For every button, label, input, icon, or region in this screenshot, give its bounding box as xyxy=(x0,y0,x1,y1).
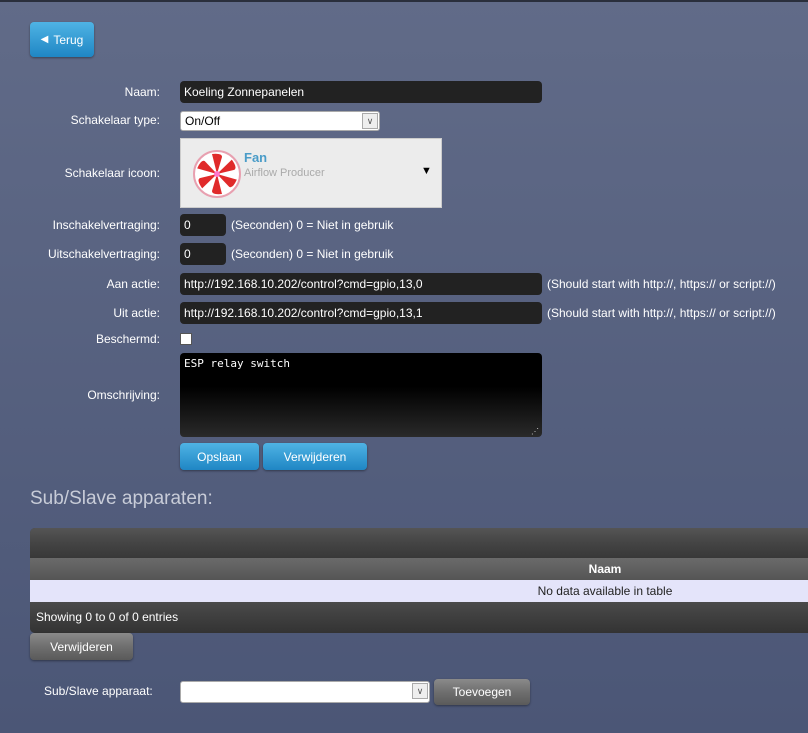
desc-label: Omschrijving: xyxy=(87,388,160,402)
sub-table: Naam No data available in table Showing … xyxy=(30,528,808,633)
naam-label: Naam: xyxy=(124,85,160,99)
on-action-label: Aan actie: xyxy=(106,277,160,291)
back-button[interactable]: ◀ Terug xyxy=(30,22,94,57)
sub-device-select[interactable]: ∨ xyxy=(180,681,430,703)
on-delay-input[interactable]: 0 xyxy=(180,214,226,236)
sub-title: Sub/Slave apparaten: xyxy=(30,488,213,509)
type-select[interactable]: On/Off ∨ xyxy=(180,111,380,131)
on-delay-hint: (Seconden) 0 = Niet in gebruik xyxy=(231,218,394,232)
add-button[interactable]: Toevoegen xyxy=(434,679,530,705)
protected-checkbox[interactable] xyxy=(180,333,192,345)
sub-delete-button[interactable]: Verwijderen xyxy=(30,633,133,660)
fan-icon xyxy=(193,150,241,198)
on-action-hint: (Should start with http://, https:// or … xyxy=(547,277,776,291)
resize-handle-icon[interactable]: ⋰ xyxy=(531,427,539,436)
off-action-hint: (Should start with http://, https:// or … xyxy=(547,306,776,320)
chevron-down-icon: ∨ xyxy=(362,113,378,129)
naam-input[interactable]: Koeling Zonnepanelen xyxy=(180,81,542,103)
off-delay-input[interactable]: 0 xyxy=(180,243,226,265)
on-delay-label: Inschakelvertraging: xyxy=(52,218,160,232)
off-action-label: Uit actie: xyxy=(113,306,160,320)
icon-desc: Airflow Producer xyxy=(244,167,325,179)
column-header-naam[interactable]: Naam xyxy=(30,558,808,580)
table-info: Showing 0 to 0 of 0 entries xyxy=(30,602,808,633)
type-value: On/Off xyxy=(185,114,221,128)
delete-button[interactable]: Verwijderen xyxy=(263,443,367,470)
off-delay-hint: (Seconden) 0 = Niet in gebruik xyxy=(231,247,394,261)
on-action-input[interactable]: http://192.168.10.202/control?cmd=gpio,1… xyxy=(180,273,542,295)
off-action-input[interactable]: http://192.168.10.202/control?cmd=gpio,1… xyxy=(180,302,542,324)
desc-value: ESP relay switch xyxy=(184,357,290,370)
protected-label: Beschermd: xyxy=(95,332,160,346)
icon-label: Schakelaar icoon: xyxy=(64,166,160,180)
caret-down-icon: ▼ xyxy=(421,165,432,177)
type-label: Schakelaar type: xyxy=(70,113,160,127)
icon-name: Fan xyxy=(244,150,268,165)
off-delay-label: Uitschakelvertraging: xyxy=(47,247,160,261)
desc-textarea[interactable]: ESP relay switch ⋰ xyxy=(180,353,542,437)
icon-select[interactable]: Fan Airflow Producer ▼ xyxy=(180,138,442,208)
back-label: Terug xyxy=(53,32,84,47)
chevron-down-icon: ∨ xyxy=(412,683,428,699)
sub-device-label: Sub/Slave apparaat: xyxy=(44,684,153,698)
triangle-left-icon: ◀ xyxy=(40,34,49,45)
save-button[interactable]: Opslaan xyxy=(180,443,259,470)
empty-row: No data available in table xyxy=(30,580,808,602)
